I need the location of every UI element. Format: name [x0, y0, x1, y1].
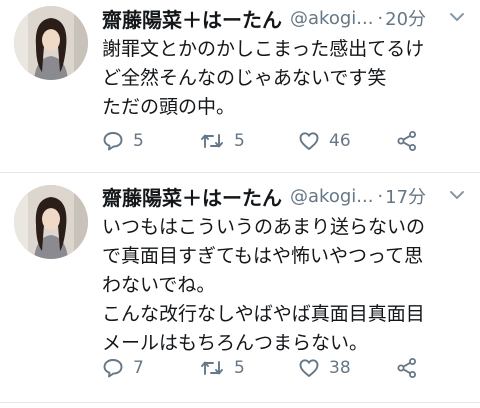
- share-button[interactable]: [396, 128, 418, 154]
- reply-icon: [102, 357, 124, 379]
- share-icon: [396, 357, 418, 379]
- display-name[interactable]: 齋藤陽菜＋はーたん: [102, 182, 282, 211]
- tweet-text-line: メールはもちろんつまらない。: [102, 332, 369, 354]
- tweet-text-line: わないでね。: [102, 274, 216, 296]
- chevron-down-icon[interactable]: [448, 8, 466, 26]
- handle[interactable]: @akogi...: [290, 186, 373, 207]
- timeline: 齋藤陽菜＋はーたん @akogi... · 20分 謝罪文とかのかしこまった感出…: [0, 0, 480, 408]
- tweet-text: 謝罪文とかのかしこまった感出てるけ ど全然そんなのじゃあないです笑 ただの頭の中…: [102, 35, 472, 122]
- tweet-text-line: いつもはこういうのあまり送らないの: [102, 216, 426, 238]
- avatar[interactable]: [14, 185, 88, 259]
- tweet-text-line: で真面目すぎてもはや怖いやつって思: [102, 245, 424, 267]
- handle[interactable]: @akogi...: [290, 8, 373, 29]
- tweet-text: いつもはこういうのあまり送らないの で真面目すぎてもはや怖いやつって思 わないで…: [102, 213, 472, 358]
- retweet-count: 5: [234, 358, 245, 378]
- tweet-header: 齋藤陽菜＋はーたん @akogi... · 20分: [102, 4, 468, 32]
- tweet-header: 齋藤陽菜＋はーたん @akogi... · 17分: [102, 182, 468, 210]
- chevron-down-icon[interactable]: [448, 186, 466, 204]
- tweet[interactable]: 齋藤陽菜＋はーたん @akogi... · 17分 いつもはこういうのあまり送ら…: [0, 173, 480, 408]
- retweet-icon: [199, 130, 225, 152]
- heart-icon: [298, 357, 320, 379]
- like-count: 38: [329, 358, 351, 378]
- tweet-divider: [0, 402, 480, 403]
- reply-button[interactable]: 5: [102, 128, 144, 154]
- retweet-count: 5: [234, 131, 245, 151]
- retweet-icon: [199, 357, 225, 379]
- tweet-actions: 7 5 38: [102, 355, 432, 381]
- reply-icon: [102, 130, 124, 152]
- reply-count: 5: [133, 131, 144, 151]
- avatar[interactable]: [14, 6, 88, 80]
- like-count: 46: [329, 131, 351, 151]
- tweet-text-line: こんな改行なしやばやば真面目真面目: [102, 303, 425, 325]
- like-button[interactable]: 38: [298, 355, 351, 381]
- retweet-button[interactable]: 5: [199, 128, 245, 154]
- display-name[interactable]: 齋藤陽菜＋はーたん: [102, 4, 282, 33]
- tweet-text-line: ど全然そんなのじゃあないです笑: [102, 67, 387, 89]
- tweet-text-line: ただの頭の中。: [102, 96, 236, 118]
- timestamp[interactable]: 17分: [385, 183, 426, 209]
- heart-icon: [298, 130, 320, 152]
- like-button[interactable]: 46: [298, 128, 351, 154]
- separator-dot: ·: [377, 7, 384, 29]
- tweet[interactable]: 齋藤陽菜＋はーたん @akogi... · 20分 謝罪文とかのかしこまった感出…: [0, 0, 480, 173]
- tweet-actions: 5 5 46: [102, 128, 432, 154]
- retweet-button[interactable]: 5: [199, 355, 245, 381]
- tweet-text-line: 謝罪文とかのかしこまった感出てるけ: [102, 38, 425, 60]
- share-icon: [396, 130, 418, 152]
- share-button[interactable]: [396, 355, 418, 381]
- reply-button[interactable]: 7: [102, 355, 144, 381]
- separator-dot: ·: [377, 185, 384, 207]
- reply-count: 7: [133, 358, 144, 378]
- timestamp[interactable]: 20分: [385, 5, 426, 31]
